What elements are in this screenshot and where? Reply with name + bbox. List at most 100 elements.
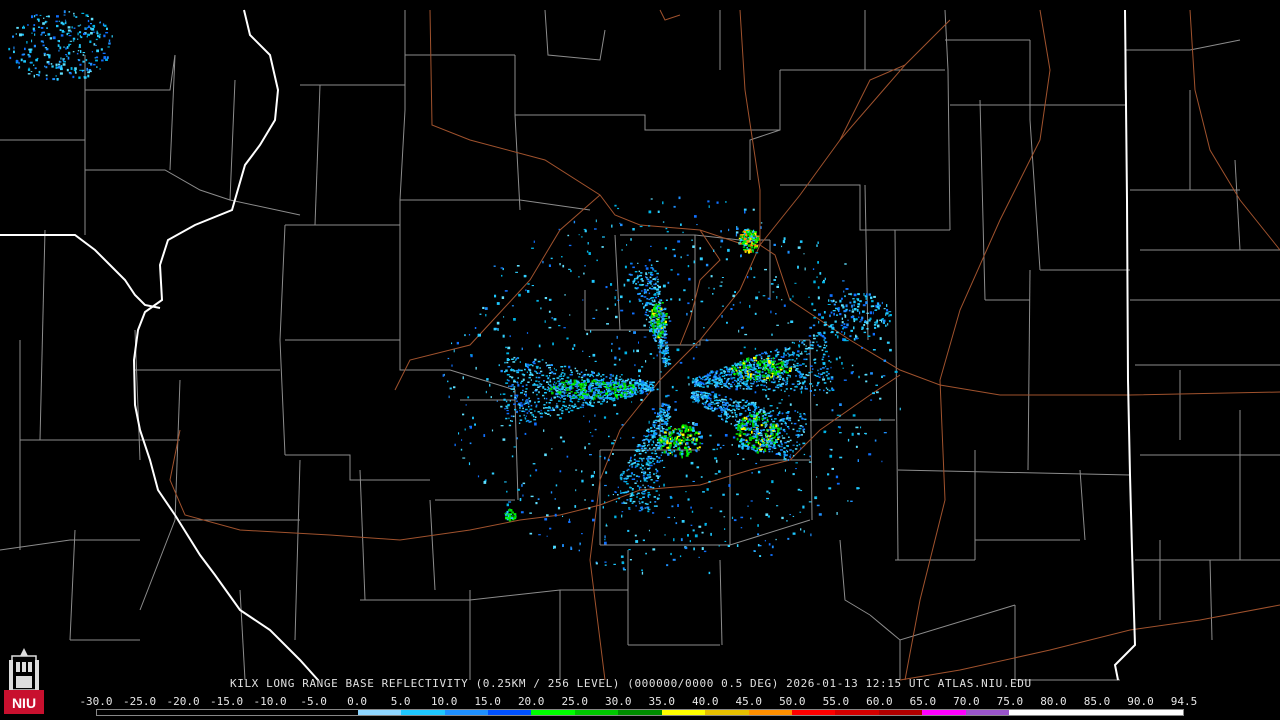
echo-pixel — [800, 528, 802, 531]
echo-pixel — [767, 430, 769, 432]
echo-pixel — [672, 558, 676, 561]
echo-pixel — [751, 369, 755, 371]
echo-pixel — [708, 404, 711, 406]
echo-pixel — [816, 341, 818, 343]
echo-pixel — [651, 297, 654, 299]
echo-pixel — [570, 270, 572, 273]
echo-pixel — [845, 288, 849, 290]
echo-pixel — [46, 27, 48, 29]
echo-pixel — [624, 389, 627, 391]
echo-pixel — [593, 401, 595, 404]
echo-pixel — [602, 399, 605, 401]
echo-pixel — [651, 285, 653, 287]
echo-pixel — [599, 393, 602, 396]
echo-pixel — [606, 307, 609, 310]
echo-pixel — [684, 438, 687, 441]
echo-pixel — [695, 438, 698, 440]
echo-pixel — [534, 422, 537, 426]
echo-pixel — [670, 440, 673, 443]
echo-pixel — [676, 437, 678, 441]
echo-pixel — [725, 381, 728, 384]
echo-pixel — [720, 415, 722, 418]
echo-pixel — [620, 223, 623, 227]
echo-pixel — [33, 15, 36, 18]
echo-pixel — [637, 293, 640, 295]
echo-pixel — [680, 223, 682, 226]
echo-pixel — [735, 433, 739, 435]
echo-pixel — [653, 430, 656, 432]
echo-pixel — [786, 433, 788, 435]
echo-pixel — [838, 309, 840, 312]
echo-pixel — [545, 375, 549, 377]
echo-pixel — [809, 390, 812, 392]
echo-pixel — [570, 547, 573, 550]
echo-pixel — [548, 298, 552, 301]
echo-pixel — [553, 381, 556, 383]
echo-pixel — [770, 351, 772, 353]
echo-pixel — [645, 267, 649, 270]
echo-pixel — [684, 424, 687, 428]
echo-pixel — [763, 368, 766, 371]
echo-pixel — [632, 312, 635, 315]
echo-pixel — [674, 440, 676, 444]
echo-pixel — [552, 372, 556, 375]
echo-pixel — [817, 369, 819, 372]
echo-pixel — [768, 435, 770, 437]
echo-pixel — [843, 379, 847, 381]
echo-pixel — [780, 356, 783, 358]
echo-pixel — [748, 436, 751, 439]
echo-pixel — [562, 401, 566, 403]
echo-pixel — [808, 335, 812, 337]
echo-pixel — [560, 378, 564, 380]
echo-pixel — [736, 407, 738, 410]
echo-pixel — [561, 381, 564, 384]
echo-pixel — [627, 477, 629, 479]
echo-pixel — [505, 346, 507, 349]
echo-pixel — [639, 498, 643, 500]
echo-pixel — [714, 381, 718, 384]
echo-pixel — [679, 429, 681, 433]
echo-pixel — [646, 380, 649, 383]
echo-pixel — [598, 380, 600, 382]
echo-pixel — [785, 363, 788, 366]
echo-pixel — [668, 356, 670, 358]
echo-pixel — [514, 396, 517, 399]
echo-pixel — [526, 371, 528, 373]
echo-pixel — [751, 472, 753, 474]
echo-pixel — [641, 571, 644, 575]
echo-pixel — [613, 404, 617, 407]
echo-pixel — [792, 444, 795, 446]
echo-pixel — [645, 311, 648, 313]
echo-pixel — [636, 349, 639, 353]
echo-pixel — [703, 327, 705, 329]
echo-pixel — [872, 349, 876, 351]
echo-pixel — [621, 424, 624, 426]
echo-pixel — [475, 366, 477, 370]
echo-pixel — [744, 362, 746, 366]
echo-pixel — [700, 391, 703, 393]
echo-pixel — [667, 404, 669, 407]
echo-pixel — [839, 299, 842, 303]
echo-pixel — [659, 408, 663, 410]
echo-pixel — [688, 277, 691, 281]
echo-pixel — [591, 499, 594, 502]
echo-pixel — [725, 385, 728, 387]
echo-pixel — [687, 302, 690, 305]
echo-pixel — [532, 364, 534, 367]
echo-pixel — [787, 537, 790, 540]
echo-pixel — [581, 236, 583, 238]
echo-pixel — [525, 420, 528, 423]
echo-pixel — [660, 447, 663, 450]
echo-pixel — [775, 313, 777, 315]
echo-pixel — [507, 366, 511, 368]
echo-pixel — [658, 456, 661, 459]
echo-pixel — [713, 287, 715, 290]
echo-pixel — [589, 388, 592, 392]
echo-pixel — [664, 318, 668, 320]
echo-pixel — [694, 439, 696, 441]
echo-pixel — [648, 298, 651, 301]
echo-pixel — [774, 364, 777, 366]
echo-pixel — [525, 400, 527, 402]
echo-pixel — [709, 434, 712, 437]
echo-pixel — [548, 310, 551, 313]
